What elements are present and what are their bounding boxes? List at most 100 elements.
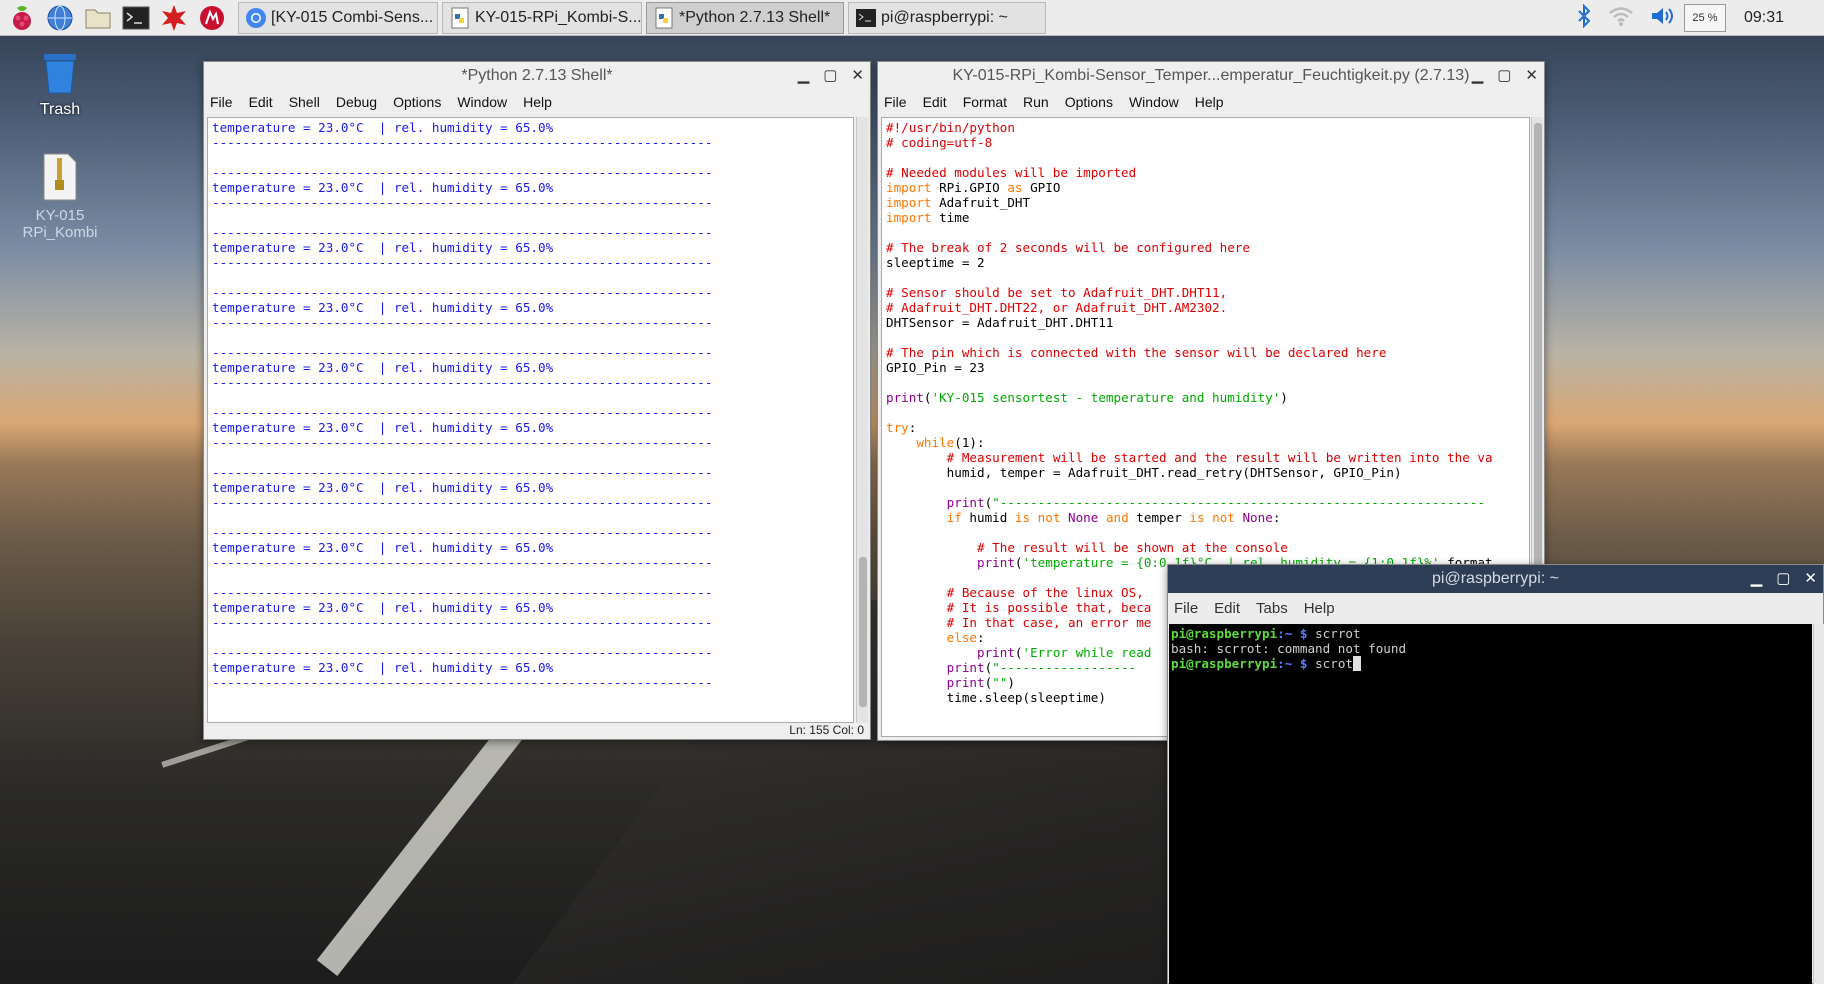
task-button-editor[interactable]: KY-015-RPi_Kombi-S... xyxy=(442,1,642,34)
terminal-menubar: File Edit Tabs Help xyxy=(1168,593,1823,623)
volume-icon[interactable] xyxy=(1650,5,1676,32)
terminal-line: pi@raspberrypi:~ $ scrrot xyxy=(1171,626,1361,641)
menu-edit[interactable]: Edit xyxy=(249,94,273,110)
menu-window[interactable]: Window xyxy=(1129,94,1179,110)
menu-window[interactable]: Window xyxy=(457,94,507,110)
editor-titlebar[interactable]: KY-015-RPi_Kombi-Sensor_Temper...emperat… xyxy=(878,62,1544,90)
desktop-file[interactable]: KY-015 RPi_Kombi xyxy=(10,152,110,241)
clock[interactable]: 09:31 xyxy=(1744,9,1784,27)
menu-debug[interactable]: Debug xyxy=(336,94,377,110)
chromium-icon xyxy=(246,7,266,28)
menu-help[interactable]: Help xyxy=(523,94,552,110)
output-line: ----------------------------------------… xyxy=(212,435,713,450)
menu-file[interactable]: File xyxy=(210,94,233,110)
terminal-output[interactable]: pi@raspberrypi:~ $ scrrot bash: scrrot: c… xyxy=(1169,624,1812,984)
close-icon[interactable]: ✕ xyxy=(1525,66,1538,84)
output-line: ----------------------------------------… xyxy=(212,285,713,300)
python-file-icon xyxy=(451,7,469,28)
task-button-browser[interactable]: [KY-015 Combi-Sens... xyxy=(238,1,438,34)
web-browser-icon[interactable] xyxy=(44,2,76,34)
terminal-launcher-icon[interactable] xyxy=(120,2,152,34)
output-line: ----------------------------------------… xyxy=(212,495,713,510)
minimize-icon[interactable]: ▁ xyxy=(1472,66,1484,84)
maximize-icon[interactable]: ▢ xyxy=(823,66,837,84)
code-line: import Adafruit_DHT xyxy=(886,195,1031,210)
menu-run[interactable]: Run xyxy=(1023,94,1049,110)
code-line: print("---------------------------------… xyxy=(946,495,1486,510)
menu-file[interactable]: File xyxy=(884,94,907,110)
cpu-usage-monitor[interactable]: 25 % xyxy=(1683,4,1726,32)
file-manager-icon[interactable] xyxy=(82,2,114,34)
code-line: # The break of 2 seconds will be configu… xyxy=(886,240,1250,255)
menu-options[interactable]: Options xyxy=(1065,94,1113,110)
output-line: ----------------------------------------… xyxy=(212,135,713,150)
code-line: #!/usr/bin/python xyxy=(886,120,1015,135)
output-line: ----------------------------------------… xyxy=(212,345,713,360)
output-line: ----------------------------------------… xyxy=(212,555,713,570)
shell-menubar: File Edit Shell Debug Options Window Hel… xyxy=(204,90,870,114)
output-line: temperature = 23.0°C | rel. humidity = 6… xyxy=(212,360,554,375)
python-file-icon xyxy=(655,7,673,28)
desktop-trash-label: Trash xyxy=(39,101,81,118)
wolfram-icon[interactable] xyxy=(196,2,228,34)
code-line: import RPi.GPIO as GPIO xyxy=(886,180,1061,195)
raspberry-menu-icon[interactable] xyxy=(6,2,38,34)
menu-shell[interactable]: Shell xyxy=(289,94,320,110)
menu-help[interactable]: Help xyxy=(1304,600,1335,617)
output-line: temperature = 23.0°C | rel. humidity = 6… xyxy=(212,240,554,255)
code-line: DHTSensor = Adafruit_DHT.DHT11 xyxy=(886,315,1114,330)
python-shell-window: *Python 2.7.13 Shell* ▁ ▢ ✕ File Edit Sh… xyxy=(203,61,871,740)
output-line: ----------------------------------------… xyxy=(212,375,713,390)
code-line: while(1): xyxy=(916,435,985,450)
menu-help[interactable]: Help xyxy=(1195,94,1224,110)
shell-scrollbar[interactable] xyxy=(856,117,868,723)
shell-scrollbar-thumb[interactable] xyxy=(859,557,867,707)
terminal-icon xyxy=(856,8,876,27)
maximize-icon[interactable]: ▢ xyxy=(1497,66,1511,84)
output-line: ----------------------------------------… xyxy=(212,165,713,180)
shell-titlebar[interactable]: *Python 2.7.13 Shell* ▁ ▢ ✕ xyxy=(204,62,870,90)
taskbar: [KY-015 Combi-Sens... KY-015-RPi_Kombi-S… xyxy=(0,0,1824,36)
task-label: *Python 2.7.13 Shell* xyxy=(679,8,831,26)
task-button-shell[interactable]: *Python 2.7.13 Shell* xyxy=(646,1,844,34)
output-line: ----------------------------------------… xyxy=(212,315,713,330)
shell-status: Ln: 155 Col: 0 xyxy=(789,723,864,737)
terminal-title: pi@raspberrypi: ~ xyxy=(1432,570,1559,587)
menu-edit[interactable]: Edit xyxy=(1214,600,1240,617)
output-line: ----------------------------------------… xyxy=(212,255,713,270)
output-line: ----------------------------------------… xyxy=(212,645,713,660)
menu-options[interactable]: Options xyxy=(393,94,441,110)
archive-file-icon xyxy=(43,153,77,201)
output-line: temperature = 23.0°C | rel. humidity = 6… xyxy=(212,660,554,675)
terminal-titlebar[interactable]: pi@raspberrypi: ~ ▁ ▢ ✕ xyxy=(1168,565,1823,593)
close-icon[interactable]: ✕ xyxy=(1804,569,1817,587)
output-line: temperature = 23.0°C | rel. humidity = 6… xyxy=(212,120,554,135)
minimize-icon[interactable]: ▁ xyxy=(1751,569,1763,587)
task-label: pi@raspberrypi: ~ xyxy=(881,8,1008,26)
terminal-window: pi@raspberrypi: ~ ▁ ▢ ✕ File Edit Tabs H… xyxy=(1167,564,1824,984)
menu-format[interactable]: Format xyxy=(963,94,1007,110)
code-line: # Sensor should be set to Adafruit_DHT.D… xyxy=(886,285,1228,300)
math-kernel-icon[interactable] xyxy=(158,2,190,34)
output-line: ----------------------------------------… xyxy=(212,585,713,600)
task-button-terminal[interactable]: pi@raspberrypi: ~ xyxy=(848,1,1046,34)
shell-title: *Python 2.7.13 Shell* xyxy=(461,67,613,84)
bluetooth-icon[interactable] xyxy=(1576,3,1592,33)
menu-tabs[interactable]: Tabs xyxy=(1256,600,1288,617)
editor-menubar: File Edit Format Run Options Window Help xyxy=(878,90,1544,114)
shell-output[interactable]: temperature = 23.0°C | rel. humidity = 6… xyxy=(207,117,854,723)
menu-file[interactable]: File xyxy=(1174,600,1198,617)
terminal-scrollbar[interactable] xyxy=(1813,624,1824,984)
output-line: temperature = 23.0°C | rel. humidity = 6… xyxy=(212,540,554,555)
menu-edit[interactable]: Edit xyxy=(923,94,947,110)
desktop-trash[interactable]: Trash xyxy=(10,50,110,119)
minimize-icon[interactable]: ▁ xyxy=(798,66,810,84)
code-line: # The result will be shown at the consol… xyxy=(977,540,1288,555)
code-line: GPIO_Pin = 23 xyxy=(886,360,985,375)
wifi-icon[interactable] xyxy=(1608,5,1634,32)
close-icon[interactable]: ✕ xyxy=(851,66,864,84)
maximize-icon[interactable]: ▢ xyxy=(1776,569,1790,587)
output-line: temperature = 23.0°C | rel. humidity = 6… xyxy=(212,600,554,615)
wallpaper-road-line xyxy=(316,700,541,977)
output-line: ----------------------------------------… xyxy=(212,525,713,540)
